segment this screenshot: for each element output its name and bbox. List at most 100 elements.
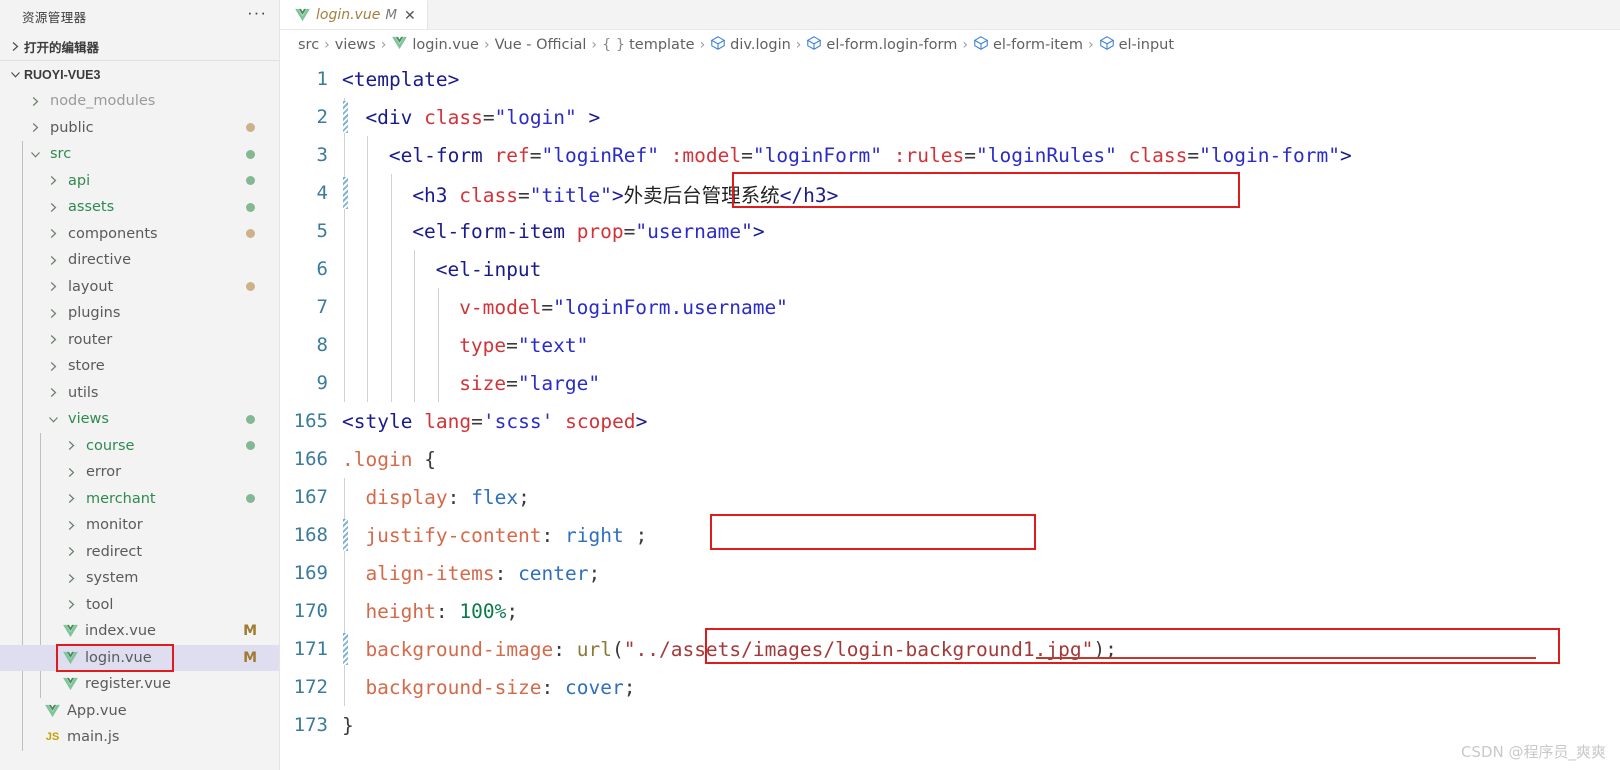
code-line[interactable]: 167 display: flex; (280, 478, 1620, 516)
chevron-right-icon[interactable] (62, 543, 80, 561)
code-line[interactable]: 166 .login { (280, 440, 1620, 478)
tree-item-register-vue[interactable]: register.vue (0, 671, 279, 698)
chevron-right-icon[interactable] (62, 516, 80, 534)
code-line[interactable]: 4 <h3 class="title">外卖后台管理系统</h3> (280, 174, 1620, 212)
vue-icon (294, 8, 311, 22)
tree-item-public[interactable]: public (0, 115, 279, 142)
code-line[interactable]: 169 align-items: center; (280, 554, 1620, 592)
code-indent-guide (414, 288, 416, 326)
tree-item-error[interactable]: error (0, 459, 279, 486)
tree-item-node_modules[interactable]: node_modules (0, 88, 279, 115)
tree-item-merchant[interactable]: merchant (0, 486, 279, 513)
chevron-right-icon[interactable] (44, 278, 62, 296)
chevron-right-icon[interactable] (62, 463, 80, 481)
chevron-right-icon[interactable] (62, 596, 80, 614)
breadcrumb-item-Vue---Official[interactable]: Vue - Official (495, 37, 587, 53)
line-number: 3 (316, 144, 328, 166)
tree-item-plugins[interactable]: plugins (0, 300, 279, 327)
code-line[interactable]: 171 background-image: url("../assets/imag… (280, 630, 1620, 668)
breadcrumb-item-login-vue[interactable]: login.vue (391, 36, 479, 54)
code-line[interactable]: 6 <el-input (280, 250, 1620, 288)
tree-item-router[interactable]: router (0, 327, 279, 354)
breadcrumb-item-el-form-login-form[interactable]: el-form.login-form (806, 35, 957, 55)
git-status-badge: M (243, 623, 257, 640)
chevron-right-icon[interactable] (44, 198, 62, 216)
code-indent-guide (367, 364, 369, 402)
breadcrumb-item-src[interactable]: src (298, 37, 319, 53)
chevron-right-icon[interactable] (44, 225, 62, 243)
chevron-right-icon[interactable] (26, 119, 44, 137)
explorer-title: 资源管理器 (22, 9, 87, 25)
code-line[interactable]: 168 justify-content: right ; (280, 516, 1620, 554)
chevron-right-icon[interactable] (44, 384, 62, 402)
tree-item-label: App.vue (67, 702, 127, 719)
vscode-window: 资源管理器 ··· 打开的编辑器 RUOYI-VUE3 node_modules… (0, 0, 1620, 770)
code-line[interactable]: 1 <template> (280, 60, 1620, 98)
sidebar-section-project-root[interactable]: RUOYI-VUE3 (0, 60, 279, 88)
breadcrumb[interactable]: src › views › login.vue › Vue - Official ›{ } te… (280, 30, 1620, 60)
tree-item-assets[interactable]: assets (0, 194, 279, 221)
tree-item-store[interactable]: store (0, 353, 279, 380)
code-editor-content[interactable]: 1 <template> 2 <div class="login" >3 <el-for… (280, 60, 1620, 770)
line-number: 172 (293, 676, 328, 698)
tree-item-components[interactable]: components (0, 221, 279, 248)
chevron-down-icon[interactable] (44, 410, 62, 428)
chevron-right-icon[interactable] (62, 437, 80, 455)
tree-item-index-vue[interactable]: index.vue M (0, 618, 279, 645)
chevron-right-icon[interactable] (44, 331, 62, 349)
code-line[interactable]: 165 <style lang='scss' scoped> (280, 402, 1620, 440)
code-indent-guide (344, 364, 345, 402)
breadcrumb-item-template[interactable]: { } template (602, 37, 695, 53)
tree-item-api[interactable]: api (0, 168, 279, 195)
tree-item-system[interactable]: system (0, 565, 279, 592)
file-tree[interactable]: node_modules public src api assets components… (0, 88, 279, 770)
breadcrumb-item-div-login[interactable]: div.login (710, 35, 791, 55)
chevron-right-icon[interactable] (44, 251, 62, 269)
sidebar-section-open-editors[interactable]: 打开的编辑器 (0, 32, 279, 60)
tree-item-src[interactable]: src (0, 141, 279, 168)
close-icon[interactable]: ✕ (402, 8, 418, 22)
explorer-more-actions-icon[interactable]: ··· (247, 4, 267, 25)
tree-item-login-vue[interactable]: login.vue M (0, 644, 279, 671)
tree-item-views[interactable]: views (0, 406, 279, 433)
editor-tab-login-vue[interactable]: login.vue M ✕ (280, 0, 428, 29)
chevron-right-icon[interactable] (44, 304, 62, 322)
chevron-right-icon[interactable] (62, 569, 80, 587)
vue-icon (391, 36, 408, 54)
code-line[interactable]: 172 background-size: cover; (280, 668, 1620, 706)
tree-item-main-js[interactable]: JS main.js (0, 724, 279, 751)
line-number: 168 (293, 524, 328, 546)
code-line[interactable]: 7 v-model="loginForm.username" (280, 288, 1620, 326)
breadcrumb-item-el-form-item[interactable]: el-form-item (973, 35, 1083, 55)
tree-item-course[interactable]: course (0, 433, 279, 460)
chevron-right-icon[interactable] (26, 92, 44, 110)
code-line[interactable]: 8 type="text" (280, 326, 1620, 364)
tree-item-monitor[interactable]: monitor (0, 512, 279, 539)
code-token: <el-form-item (412, 219, 577, 243)
tree-item-redirect[interactable]: redirect (0, 539, 279, 566)
tree-item-App-vue[interactable]: App.vue (0, 698, 279, 725)
code-text: <el-input (436, 258, 542, 281)
breadcrumb-item-views[interactable]: views (335, 37, 376, 53)
tree-item-layout[interactable]: layout (0, 274, 279, 301)
code-line[interactable]: 9 size="large" (280, 364, 1620, 402)
code-line[interactable]: 173} (280, 706, 1620, 744)
code-token: "text" (517, 333, 589, 357)
chevron-right-icon[interactable] (44, 357, 62, 375)
code-text: background-size: cover; (365, 676, 635, 699)
code-line[interactable]: 170 height: 100%; (280, 592, 1620, 630)
chevron-right-icon[interactable] (44, 172, 62, 190)
chevron-down-icon[interactable] (26, 145, 44, 163)
code-text: align-items: center; (365, 562, 600, 585)
line-number: 2 (316, 106, 328, 128)
tree-item-tool[interactable]: tool (0, 592, 279, 619)
tree-item-label: directive (68, 252, 131, 269)
code-token: } (342, 713, 354, 737)
code-line[interactable]: 2 <div class="login" > (280, 98, 1620, 136)
code-line[interactable]: 3 <el-form ref="loginRef" :model="loginFo… (280, 136, 1620, 174)
tree-item-utils[interactable]: utils (0, 380, 279, 407)
code-line[interactable]: 5 <el-form-item prop="username"> (280, 212, 1620, 250)
breadcrumb-item-el-input[interactable]: el-input (1099, 35, 1174, 55)
chevron-right-icon[interactable] (62, 490, 80, 508)
tree-item-directive[interactable]: directive (0, 247, 279, 274)
